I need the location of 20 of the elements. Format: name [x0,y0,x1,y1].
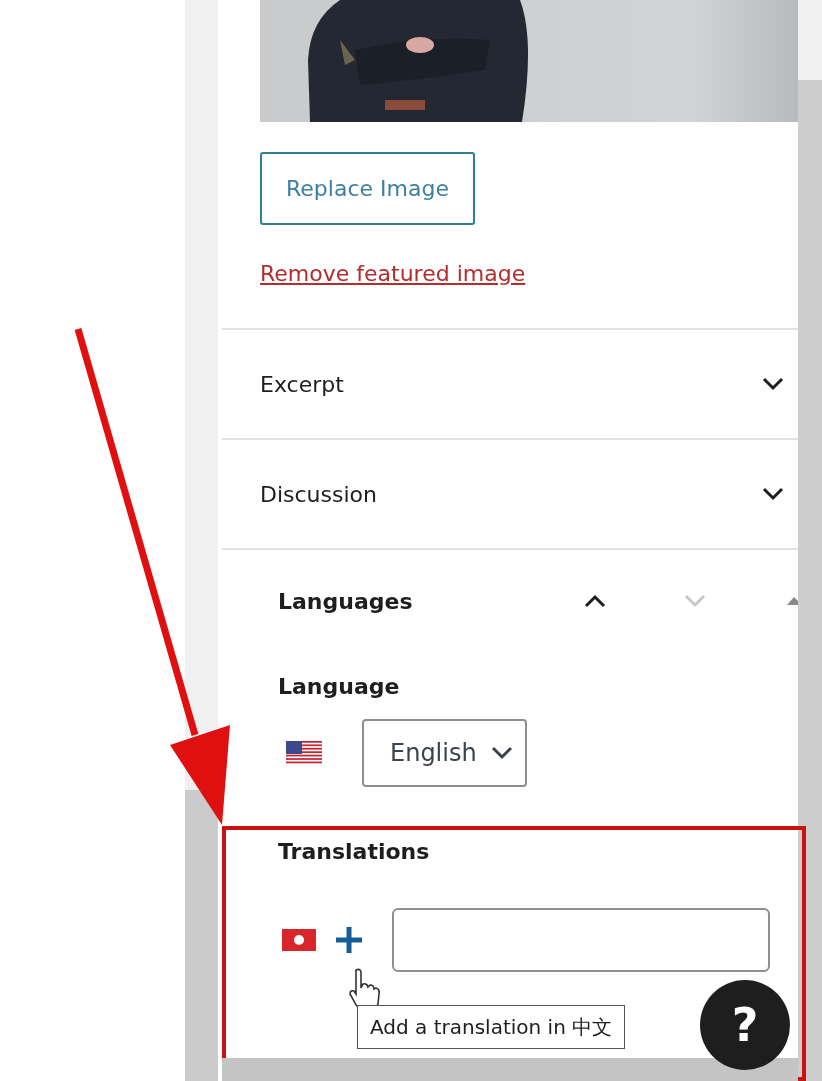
tooltip: Add a translation in 中文 [357,1005,626,1049]
flag-icon [286,741,322,765]
chevron-down-icon[interactable] [762,487,784,501]
add-icon[interactable] [336,927,362,953]
translation-field[interactable] [392,908,770,972]
move-up-icon[interactable] [786,596,798,606]
scrollbar[interactable] [222,1058,798,1081]
chevron-down-icon[interactable] [762,377,784,391]
replace-image-button[interactable]: Replace Image [260,152,475,225]
panel-title[interactable]: Languages [278,584,584,618]
chevron-up-icon[interactable] [584,594,606,608]
panel-title[interactable]: Discussion [260,477,762,511]
remove-image-link[interactable]: Remove featured image [260,257,526,290]
field-label: Language [278,673,401,701]
scrollbar[interactable] [798,0,822,1081]
flag-icon [282,929,316,951]
caret-icon[interactable] [490,746,513,760]
panel-title[interactable]: Excerpt [260,367,762,401]
field-label: Translations [278,838,431,866]
language-select[interactable]: English [362,719,527,787]
